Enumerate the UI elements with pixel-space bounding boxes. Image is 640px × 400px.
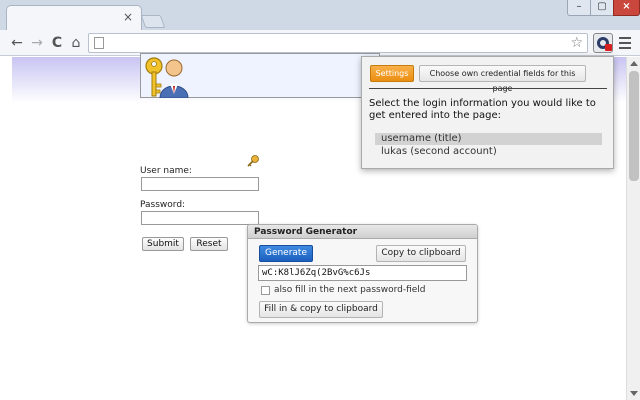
password-generator-panel: Password Generator Generate Copy to clip…	[247, 224, 478, 323]
generated-password-field[interactable]: wC:K8lJ6Zq(2BvG%c6Js	[258, 265, 467, 281]
scroll-down-icon[interactable]	[630, 391, 638, 396]
reload-icon[interactable]: C	[48, 34, 66, 52]
fill-next-field-checkbox[interactable]	[261, 286, 270, 295]
page-scrollbar[interactable]	[626, 57, 640, 400]
password-manager-extension-icon[interactable]	[593, 33, 613, 53]
tab-close-icon[interactable]: ×	[123, 10, 133, 24]
copy-to-clipboard-button[interactable]: Copy to clipboard	[376, 245, 466, 262]
popup-divider	[369, 88, 607, 89]
submit-button[interactable]: Submit	[142, 237, 184, 251]
generate-button[interactable]: Generate	[259, 245, 313, 262]
minimize-window-button[interactable]: –	[567, 0, 591, 16]
username-field[interactable]	[141, 177, 259, 191]
fill-and-copy-button[interactable]: Fill in & copy to clipboard	[259, 301, 383, 318]
password-field[interactable]	[141, 211, 259, 225]
home-icon[interactable]: ⌂	[67, 34, 85, 52]
login-banner	[140, 53, 380, 98]
address-bar[interactable]: ☆	[88, 33, 588, 53]
menu-icon[interactable]	[618, 34, 632, 52]
credential-popup: Settings Choose own credential fields fo…	[361, 56, 614, 169]
popup-instruction: Select the login information you would l…	[369, 98, 596, 121]
forward-icon[interactable]: →	[28, 34, 46, 52]
settings-button[interactable]: Settings	[370, 65, 414, 82]
new-tab-button[interactable]	[140, 15, 166, 28]
password-label: Password:	[140, 200, 186, 210]
bookmark-star-icon[interactable]: ☆	[570, 34, 583, 52]
password-generator-key-icon[interactable]	[246, 154, 260, 168]
page-icon	[94, 37, 104, 49]
browser-tab[interactable]: ×	[6, 5, 142, 31]
password-generator-title: Password Generator	[248, 225, 477, 239]
credential-item[interactable]: username (title)	[375, 133, 602, 145]
close-window-button[interactable]: ×	[613, 0, 640, 16]
tab-strip: × – ▢ ×	[0, 0, 640, 31]
scroll-up-icon[interactable]	[630, 61, 638, 66]
reset-button[interactable]: Reset	[190, 237, 228, 251]
maximize-window-button[interactable]: ▢	[590, 0, 614, 16]
key-user-icon	[145, 57, 189, 98]
username-label: User name:	[140, 166, 192, 176]
choose-credential-fields-button[interactable]: Choose own credential fields for this pa…	[419, 65, 586, 93]
credential-item[interactable]: lukas (second account)	[375, 146, 602, 158]
alert-badge-icon	[605, 44, 612, 51]
back-icon[interactable]: ←	[8, 34, 26, 52]
fill-next-field-label: also fill in the next password-field	[274, 285, 426, 295]
scroll-thumb[interactable]	[629, 71, 639, 181]
